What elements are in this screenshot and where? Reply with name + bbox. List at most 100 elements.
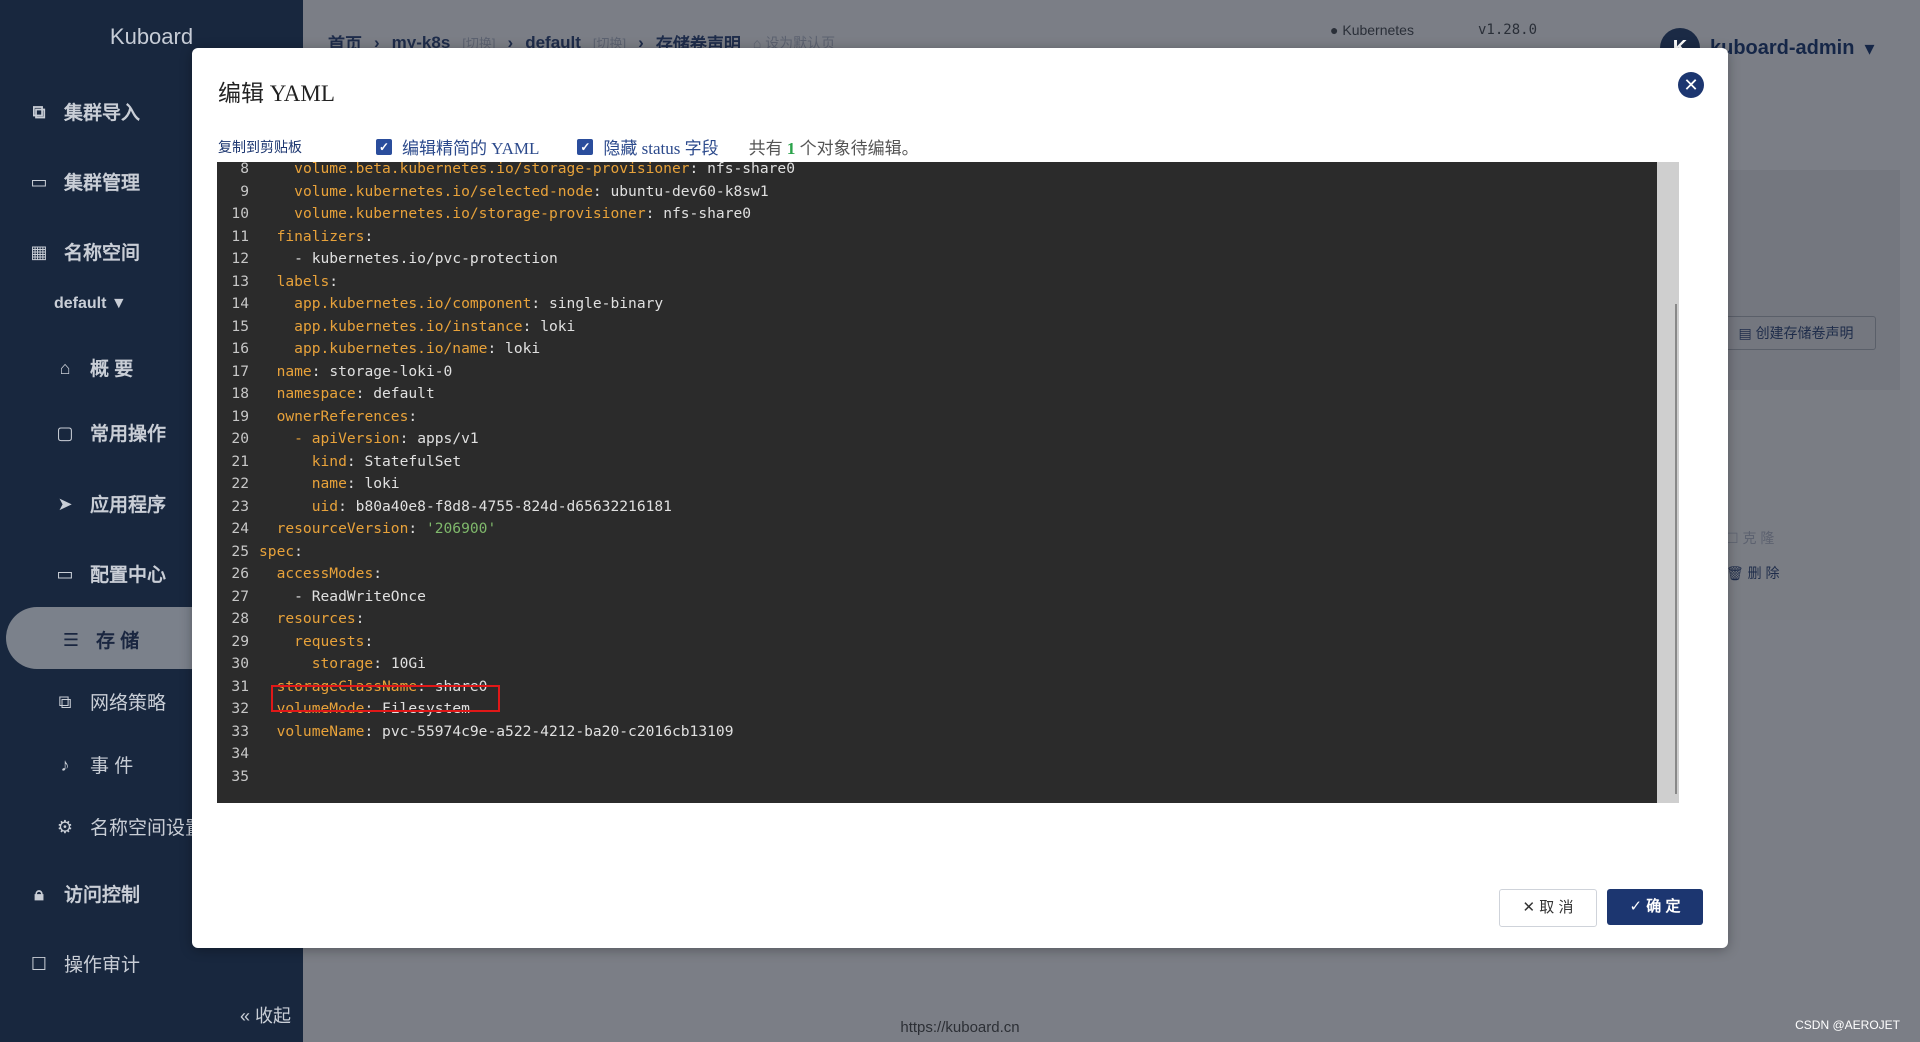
- yaml-line[interactable]: 23 uid: b80a40e8-f8d8-4755-824d-d6563221…: [217, 496, 795, 519]
- copy-to-clipboard-link[interactable]: 复制到剪贴板: [218, 137, 302, 157]
- yaml-line[interactable]: 16 app.kubernetes.io/name: loki: [217, 338, 795, 361]
- yaml-line[interactable]: 14 app.kubernetes.io/component: single-b…: [217, 293, 795, 316]
- sidebar-item-storage[interactable]: ☰ 存 储: [60, 626, 139, 653]
- yaml-key: volume.beta.kubernetes.io/storage-provis…: [294, 162, 690, 177]
- object-count-summary: 共有 1 个对象待编辑。: [749, 134, 919, 159]
- line-number: 8: [240, 162, 249, 177]
- namespace-select[interactable]: default ▼: [54, 295, 127, 313]
- sidebar-item-label: 名称空间设置: [90, 818, 205, 839]
- line-text: labels:: [276, 272, 347, 290]
- yaml-line[interactable]: 18 namespace: default: [217, 383, 795, 406]
- yaml-line[interactable]: 25 spec:: [217, 541, 795, 564]
- sidebar-item-label: 集群管理: [64, 173, 141, 194]
- simplified-yaml-checkbox[interactable]: ✓ 编辑精简的 YAML: [376, 134, 539, 159]
- yaml-line[interactable]: 22 name: loki: [217, 473, 795, 496]
- lock-icon: 🔒︎: [34, 883, 44, 904]
- yaml-editor[interactable]: 8 volume.beta.kubernetes.io/storage-prov…: [217, 162, 1679, 803]
- k8s-version: v1.28.0: [1478, 22, 1538, 38]
- sidebar-item-cluster-import[interactable]: ⧉ 集群导入: [28, 98, 140, 125]
- yaml-line[interactable]: 35: [217, 766, 795, 789]
- yaml-line[interactable]: 8 volume.beta.kubernetes.io/storage-prov…: [217, 162, 795, 181]
- yaml-line[interactable]: 33 volumeName: pvc-55974c9e-a522-4212-ba…: [217, 721, 795, 744]
- yaml-key: resources: [276, 610, 356, 627]
- yaml-line[interactable]: 21 kind: StatefulSet: [217, 451, 795, 474]
- username: kuboard-admin: [1710, 36, 1855, 59]
- yaml-value: '206900': [425, 520, 497, 537]
- highlight-box: [271, 685, 500, 712]
- line-number: 17: [231, 362, 249, 380]
- config-icon: ▭: [56, 563, 74, 584]
- sidebar-item-overview[interactable]: ⌂ 概 要: [54, 354, 134, 381]
- close-icon: ✕: [1522, 899, 1536, 916]
- sidebar-item-events[interactable]: ♪ 事 件: [54, 751, 134, 778]
- editor-scrollbar[interactable]: [1657, 162, 1679, 803]
- line-number: 12: [231, 250, 249, 267]
- yaml-line[interactable]: 34: [217, 743, 795, 766]
- sidebar-item-apps[interactable]: ➤ 应用程序: [54, 490, 166, 517]
- hide-status-label: 隐藏 status 字段: [603, 139, 719, 158]
- yaml-line[interactable]: 11 finalizers:: [217, 226, 795, 249]
- yaml-line[interactable]: 17 name: storage-loki-0: [217, 361, 795, 384]
- ok-button[interactable]: ✓ 确 定: [1607, 889, 1703, 925]
- yaml-line[interactable]: 15 app.kubernetes.io/instance: loki: [217, 316, 795, 339]
- line-number: 15: [231, 317, 249, 335]
- line-text: spec:: [259, 542, 312, 560]
- create-pvc-label: 创建存储卷声明: [1755, 325, 1854, 341]
- checkbox-checked-icon: ✓: [577, 138, 594, 155]
- yaml-line[interactable]: 30 storage: 10Gi: [217, 653, 795, 676]
- chevron-down-icon: ▾: [1864, 37, 1875, 60]
- yaml-key: name: [311, 475, 347, 492]
- sidebar-item-namespace[interactable]: ▦ 名称空间: [28, 238, 140, 265]
- yaml-line[interactable]: 19 ownerReferences:: [217, 406, 795, 429]
- sidebar-item-label: 集群导入: [64, 103, 141, 124]
- create-pvc-button[interactable]: ▤ 创建存储卷声明: [1716, 316, 1876, 350]
- cancel-label: 取 消: [1539, 899, 1574, 916]
- line-number: 11: [231, 227, 249, 245]
- sidebar-item-audit[interactable]: ☐ 操作审计: [28, 950, 140, 977]
- yaml-line[interactable]: 12 - kubernetes.io/pvc-protection: [217, 248, 795, 271]
- summary-suffix: 个对象待编辑。: [799, 139, 919, 158]
- cancel-button[interactable]: ✕ 取 消: [1499, 889, 1597, 927]
- k8s-label: ● Kubernetes: [1330, 22, 1414, 38]
- yaml-line[interactable]: 20 - apiVersion: apps/v1: [217, 428, 795, 451]
- yaml-line[interactable]: 13 labels:: [217, 271, 795, 294]
- check-icon: ✓: [1629, 898, 1643, 915]
- footer-url[interactable]: https://kuboard.cn: [0, 1019, 1920, 1036]
- scrollbar-thumb[interactable]: [1675, 304, 1677, 794]
- line-number: 34: [231, 745, 249, 762]
- hide-status-checkbox[interactable]: ✓ 隐藏 status 字段: [577, 134, 719, 159]
- sidebar-item-ns-settings[interactable]: ⚙ 名称空间设置: [54, 813, 204, 840]
- line-text: - kubernetes.io/pvc-protection: [259, 248, 558, 271]
- line-number: 29: [231, 632, 249, 650]
- chevron-down-icon: ▼: [110, 295, 127, 312]
- yaml-key: resourceVersion: [276, 520, 409, 537]
- yaml-value: pvc-55974c9e-a522-4212-ba20-c2016cb13109: [382, 722, 734, 740]
- yaml-line[interactable]: 28 resources:: [217, 608, 795, 631]
- line-text: resourceVersion: '206900': [276, 520, 497, 537]
- line-text: - ReadWriteOnce: [259, 586, 426, 609]
- yaml-line[interactable]: 9 volume.kubernetes.io/selected-node: ub…: [217, 181, 795, 204]
- sidebar-item-cluster-manage[interactable]: ▭ 集群管理: [28, 168, 140, 195]
- sidebar-item-network[interactable]: ⧉ 网络策略: [54, 688, 166, 715]
- yaml-key: labels: [276, 272, 330, 290]
- yaml-line[interactable]: 26 accessModes:: [217, 563, 795, 586]
- yaml-line[interactable]: 24 resourceVersion: '206900': [217, 518, 795, 541]
- yaml-line[interactable]: 10 volume.kubernetes.io/storage-provisio…: [217, 203, 795, 226]
- yaml-value: loki: [364, 475, 400, 492]
- yaml-key: requests: [294, 632, 365, 650]
- document-icon: ▤: [1738, 325, 1752, 341]
- clone-action[interactable]: ☐ 克 隆: [1726, 528, 1774, 548]
- sidebar-item-config[interactable]: ▭ 配置中心: [54, 560, 166, 587]
- sidebar-item-access-control[interactable]: 🔒︎ 访问控制: [28, 880, 140, 907]
- summary-count: 1: [786, 139, 796, 158]
- yaml-line[interactable]: 29 requests:: [217, 631, 795, 654]
- delete-action[interactable]: 🗑︎ 删 除: [1726, 563, 1780, 583]
- sidebar-item-label: 操作审计: [64, 955, 141, 976]
- grid-icon: ▦: [30, 241, 48, 262]
- close-button[interactable]: ✕: [1678, 72, 1704, 98]
- yaml-line[interactable]: 27 - ReadWriteOnce: [217, 586, 795, 609]
- sidebar-item-common-ops[interactable]: ▢ 常用操作: [54, 419, 166, 446]
- line-text: - apiVersion: apps/v1: [294, 430, 479, 447]
- yaml-key: namespace: [276, 385, 356, 402]
- line-number: 10: [231, 205, 249, 222]
